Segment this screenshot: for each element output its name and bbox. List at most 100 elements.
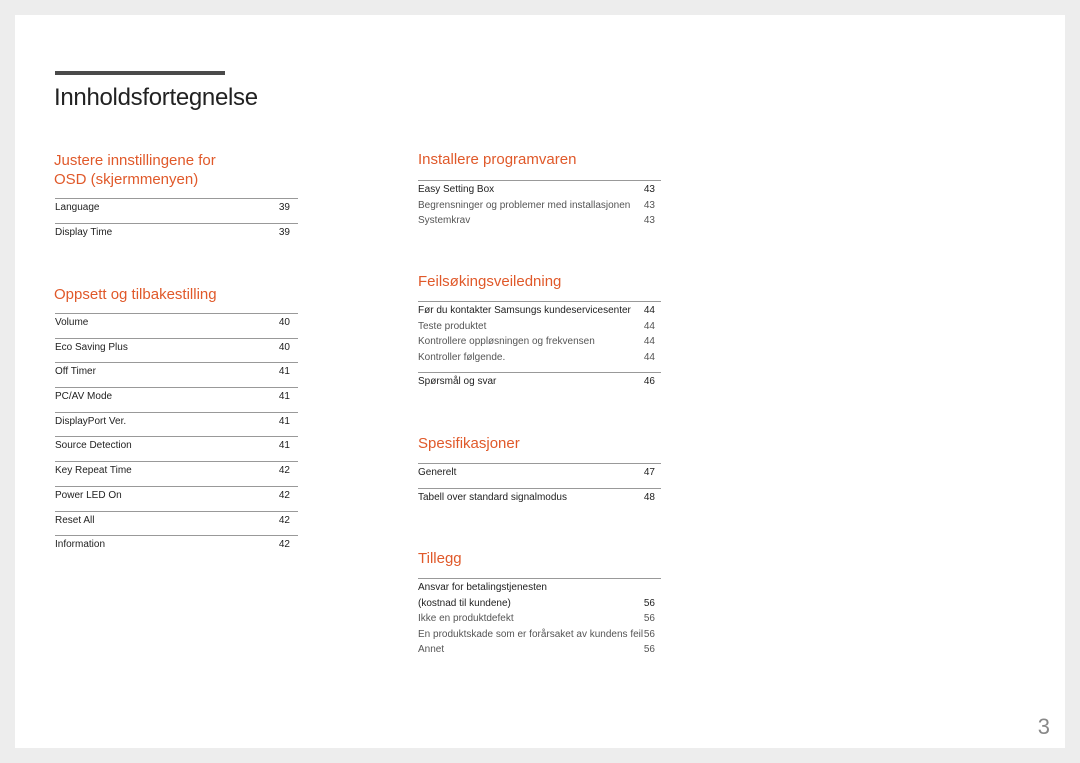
toc-entry-label: Eco Saving Plus [55, 341, 128, 353]
section-heading: Oppsett og tilbakestilling [54, 285, 217, 304]
toc-entry[interactable]: (kostnad til kundene) 56 [418, 596, 655, 612]
toc-entry-page: 42 [278, 514, 290, 526]
toc-entry-page: 41 [278, 391, 290, 403]
toc-entry-label: Power LED On [55, 489, 122, 501]
toc-list: Før du kontakter Samsungs kundeservicese… [418, 301, 661, 397]
toc-entry[interactable]: Information 42 [55, 535, 298, 560]
toc-entry-page: 47 [643, 467, 655, 478]
toc-entry-label: Systemkrav [418, 215, 471, 227]
toc-list: Easy Setting Box 43 Begrensninger og probl… [418, 180, 661, 236]
toc-entry-page: 43 [643, 199, 655, 211]
toc-entry-label: Før du kontakter Samsungs kundeservicese… [418, 305, 631, 316]
toc-entry[interactable]: PC/AV Mode 41 [55, 387, 298, 412]
toc-entry-label: Information [55, 539, 106, 551]
toc-entry[interactable]: Power LED On 42 [55, 485, 298, 511]
toc-group: Tabell over standard signalmodus 48 [418, 487, 661, 506]
toc-entry-label: Kontroller følgende. [418, 351, 506, 363]
toc-entry-page: 48 [643, 491, 655, 503]
section-heading: Feilsøkingsveiledning [418, 273, 562, 290]
toc-group: Easy Setting Box 43 Begrensninger og probl… [418, 180, 661, 229]
toc-entry-label: Ansvar for betalingstjenesten [418, 582, 547, 593]
toc-entry-page: 42 [278, 489, 290, 501]
toc-entry-label: Volume [55, 317, 89, 328]
section-heading-line: Oppsett og tilbakestilling [54, 286, 217, 303]
toc-entry[interactable]: Key Repeat Time 42 [55, 461, 298, 486]
toc-entry[interactable]: Annet 56 [418, 642, 655, 658]
toc-entry-page: 43 [643, 184, 655, 195]
toc-entry-page: 42 [278, 539, 290, 551]
toc-entry-label: Kontrollere oppløsningen og frekvensen [418, 336, 595, 348]
toc-entry[interactable]: Spørsmål og svar 46 [418, 374, 655, 390]
toc-entry-page: 56 [643, 644, 655, 656]
section-heading: Tillegg [418, 550, 462, 567]
toc-group: Generelt 47 [418, 463, 661, 481]
section-heading: Spesifikasjoner [418, 435, 520, 452]
toc-entry-page: 56 [643, 613, 655, 625]
toc-entry[interactable]: Før du kontakter Samsungs kundeservicese… [418, 303, 655, 319]
toc-group: Ansvar for betalingstjenesten (kostnad ti… [418, 578, 661, 658]
page-title: Innholdsfortegnelse [54, 84, 258, 111]
toc-entry[interactable]: Reset All 42 [55, 510, 298, 536]
title-bar-decoration [55, 71, 225, 75]
toc-entry[interactable]: Language 39 [55, 198, 298, 223]
toc-entry-page: 44 [643, 351, 655, 363]
toc-entry-label: Teste produktet [418, 320, 487, 332]
toc-entry[interactable]: Systemkrav 43 [418, 213, 655, 229]
toc-group: Spørsmål og svar 46 [418, 372, 661, 390]
toc-entry-page: 44 [643, 320, 655, 332]
toc-entry-label: Spørsmål og svar [418, 376, 497, 388]
section-heading-line: OSD (skjermmenyen) [54, 171, 199, 188]
toc-entry[interactable]: En produktskade som er forårsaket av kun… [418, 627, 655, 643]
toc-entry-label: Language [55, 202, 100, 213]
toc-entry-page: 41 [278, 440, 290, 452]
toc-entry[interactable]: Source Detection 41 [55, 436, 298, 461]
toc-entry-label: Off Timer [55, 366, 96, 378]
toc-entry[interactable]: Kontrollere oppløsningen og frekvensen 44 [418, 334, 655, 350]
toc-entry[interactable]: Tabell over standard signalmodus 48 [418, 490, 655, 506]
toc-list: Language 39 Display Time 39 [55, 198, 298, 247]
toc-entry-label: En produktskade som er forårsaket av kun… [418, 628, 644, 640]
toc-entry-label: Key Repeat Time [55, 465, 132, 477]
toc-entry-page: 41 [278, 415, 290, 427]
toc-entry-label: (kostnad til kundene) [418, 597, 511, 609]
toc-entry-label: Annet [418, 644, 445, 656]
toc-entry[interactable]: Easy Setting Box 43 [418, 182, 655, 198]
toc-list: Ansvar for betalingstjenesten (kostnad ti… [418, 578, 661, 665]
toc-entry-page: 41 [278, 366, 290, 378]
toc-entry[interactable]: Ansvar for betalingstjenesten [418, 580, 655, 596]
toc-list: Volume 40 Eco Saving Plus 40 Off Timer 41 PC/A… [55, 313, 298, 560]
toc-entry-label: Reset All [55, 514, 95, 526]
toc-entry[interactable]: Generelt 47 [418, 465, 655, 481]
toc-entry-label: Tabell over standard signalmodus [418, 491, 567, 503]
toc-entry[interactable]: Teste produktet 44 [418, 319, 655, 335]
toc-entry-page: 43 [643, 215, 655, 227]
toc-entry-page: 56 [643, 628, 655, 640]
toc-entry-label: Generelt [418, 467, 457, 478]
toc-entry-label: Ikke en produktdefekt [418, 613, 514, 625]
toc-entry-page: 44 [643, 305, 655, 316]
toc-entry[interactable]: Display Time 39 [55, 222, 298, 248]
toc-entry-page: 39 [278, 226, 290, 238]
toc-entry-label: PC/AV Mode [55, 391, 113, 403]
toc-entry-page: 46 [643, 376, 655, 388]
toc-entry[interactable]: Off Timer 41 [55, 362, 298, 387]
toc-entry-page: 40 [278, 341, 290, 353]
page-number: 3 [1037, 714, 1050, 739]
toc-entry[interactable]: Begrensninger og problemer med installas… [418, 198, 655, 214]
toc-entry[interactable]: Kontroller følgende. 44 [418, 350, 655, 366]
toc-entry-page: 44 [643, 336, 655, 348]
toc-entry-label: Begrensninger og problemer med installas… [418, 199, 631, 211]
toc-entry[interactable]: Volume 40 [55, 313, 298, 338]
toc-entry[interactable]: Eco Saving Plus 40 [55, 337, 298, 363]
toc-entry[interactable]: DisplayPort Ver. 41 [55, 411, 298, 437]
section-heading-line: Justere innstillingene for [54, 152, 216, 169]
toc-list: Generelt 47 Tabell over standard signalmod… [418, 463, 661, 512]
toc-entry[interactable]: Ikke en produktdefekt 56 [418, 611, 655, 627]
toc-group: Før du kontakter Samsungs kundeservicese… [418, 301, 661, 365]
section-heading: Justere innstillingene for OSD (skjermmen… [54, 151, 216, 189]
toc-entry-label: Display Time [55, 226, 113, 238]
toc-entry-label: Easy Setting Box [418, 184, 495, 195]
toc-entry-page: 40 [278, 317, 290, 328]
toc-entry-label: Source Detection [55, 440, 132, 452]
toc-entry-label: DisplayPort Ver. [55, 415, 127, 427]
